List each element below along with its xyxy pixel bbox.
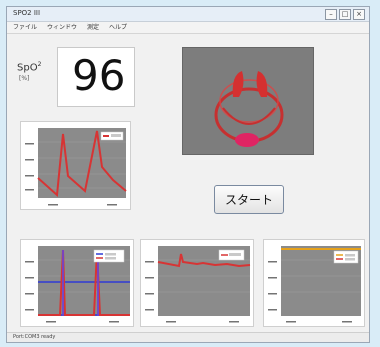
menu-file[interactable]: ファイル	[13, 22, 37, 33]
plot-peaks-threshold	[20, 239, 134, 327]
menu-help[interactable]: ヘルプ	[109, 22, 127, 33]
spo2-unit: [%]	[19, 75, 30, 82]
plot2-svg	[25, 246, 130, 323]
menu-measure[interactable]: 測定	[87, 22, 99, 33]
plot-pulse-wave-top	[20, 121, 131, 210]
start-button[interactable]: スタート	[214, 185, 284, 214]
minimize-button[interactable]: –	[325, 9, 337, 20]
plot2-legend	[93, 249, 125, 263]
status-text: Port:COM3 ready	[13, 334, 56, 340]
window-controls: – □ ×	[325, 9, 365, 20]
face-graphic	[214, 71, 284, 147]
spo2-value: 96	[72, 51, 126, 100]
plot4-svg	[268, 246, 361, 323]
plot-signal-mid	[140, 239, 254, 327]
window-title: SPO2 III	[13, 9, 41, 17]
plot3-svg	[145, 246, 251, 323]
plot1-svg	[25, 128, 127, 206]
menu-bar: ファイル ウィンドウ 測定 ヘルプ	[7, 22, 369, 34]
plot-baseline	[263, 239, 365, 327]
status-bar: Port:COM3 ready	[7, 332, 369, 342]
plot4-legend	[333, 250, 359, 264]
status-face-display	[182, 47, 314, 155]
spo2-label: SpO2	[17, 61, 41, 73]
title-bar: SPO2 III – □ ×	[7, 7, 369, 22]
spo2-label-sub: 2	[37, 61, 42, 68]
close-button[interactable]: ×	[353, 9, 365, 20]
spo2-display: 96	[57, 47, 135, 107]
menu-window[interactable]: ウィンドウ	[47, 22, 77, 33]
app-window: SPO2 III – □ × ファイル ウィンドウ 測定 ヘルプ SpO2 [%…	[6, 6, 370, 343]
maximize-button[interactable]: □	[339, 9, 351, 20]
spo2-label-text: SpO	[17, 62, 38, 74]
